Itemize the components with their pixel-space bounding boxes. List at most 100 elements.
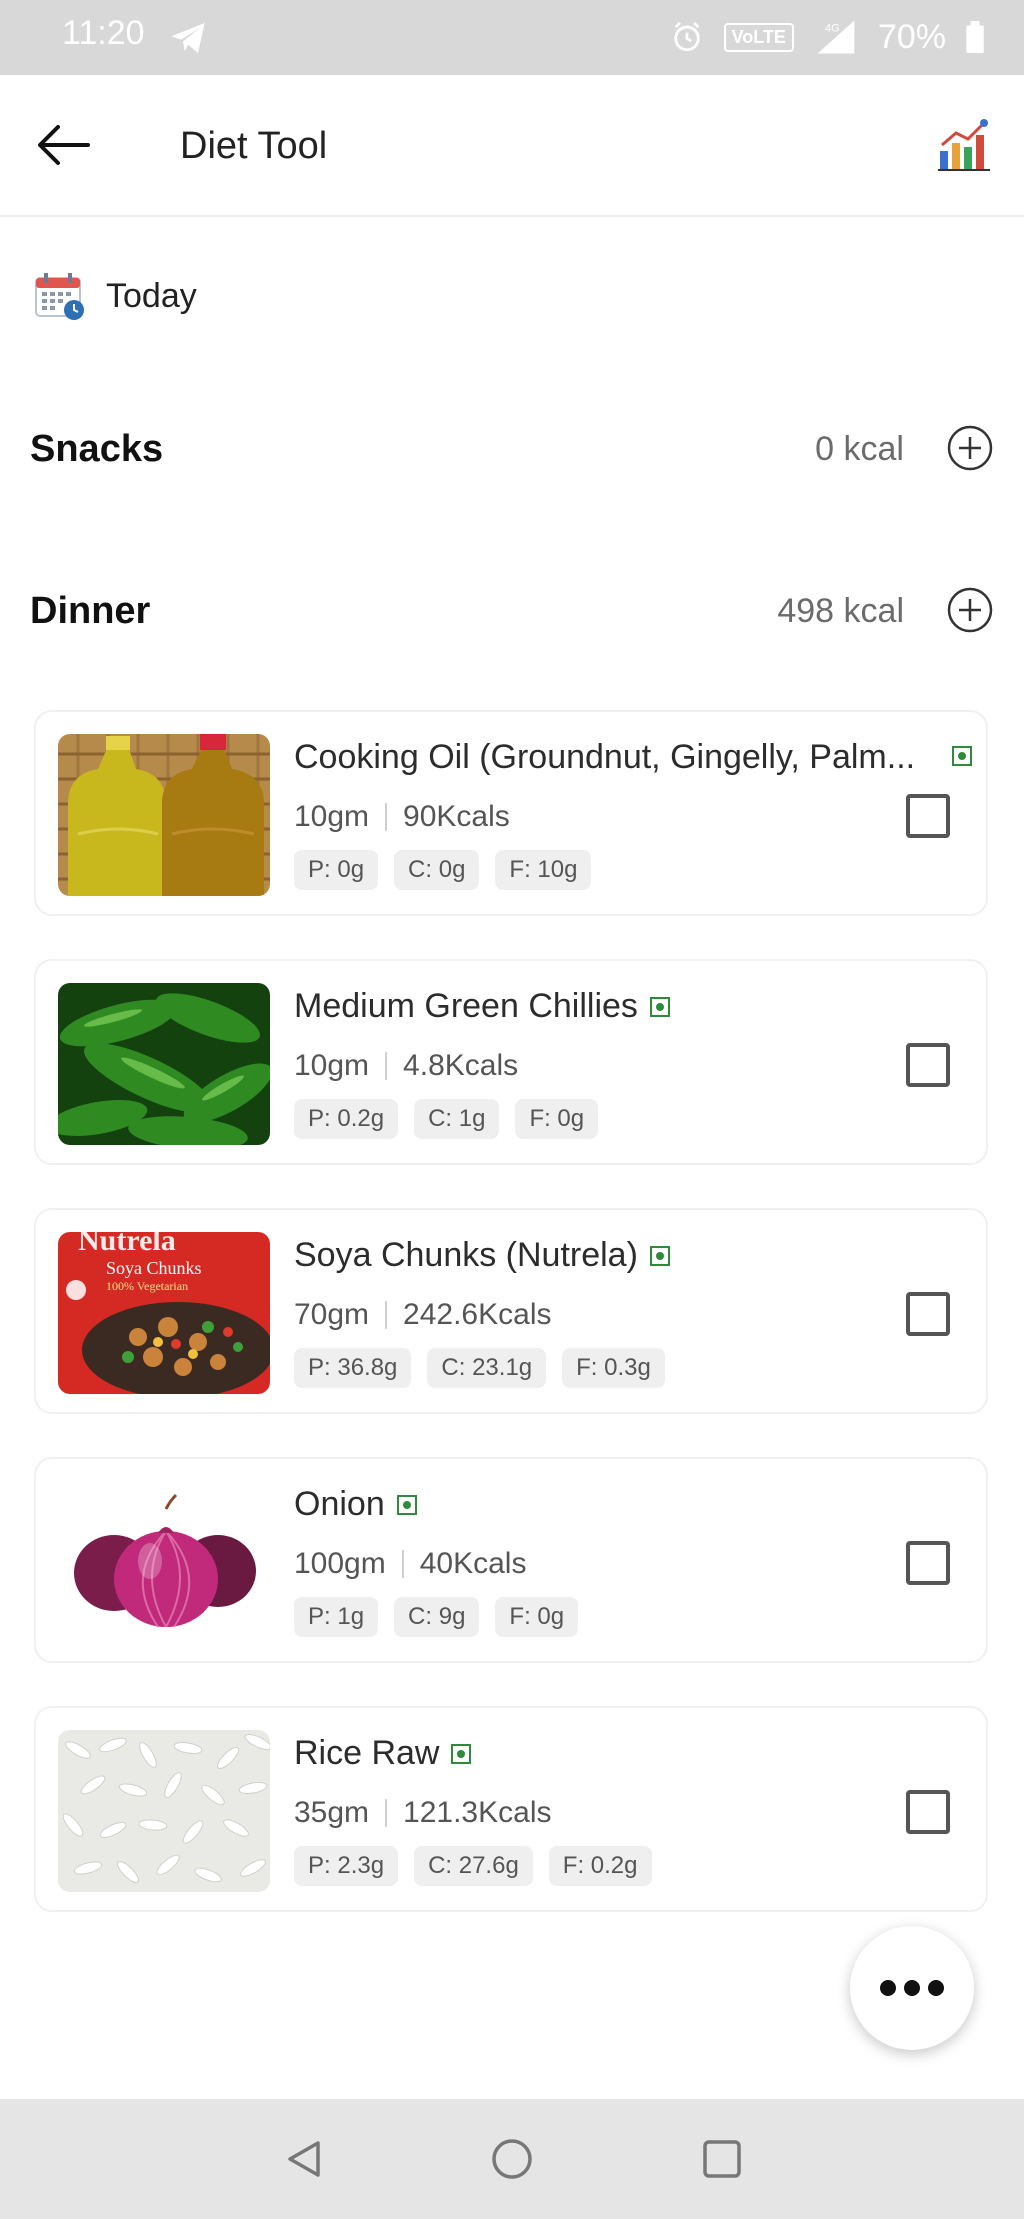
- food-meta: 10gm 90Kcals: [294, 800, 510, 834]
- food-checkbox[interactable]: [906, 794, 950, 838]
- fat-chip: F: 10g: [495, 850, 592, 890]
- cooking-oil-image: [58, 734, 270, 896]
- raw-rice-image: [58, 1730, 270, 1892]
- food-name-row: Onion: [294, 1485, 417, 1524]
- meal-snacks: Snacks 0 kcal: [30, 420, 994, 480]
- veg-indicator-icon: [952, 746, 972, 766]
- onion-image: [58, 1481, 270, 1643]
- food-quantity: 35gm: [294, 1796, 370, 1829]
- protein-chip: P: 0.2g: [294, 1099, 399, 1139]
- macro-row: P: 0g C: 0g F: 10g: [294, 850, 592, 890]
- pack-tagline: 100% Vegetarian: [106, 1279, 188, 1293]
- veg-indicator-icon: [451, 1743, 472, 1764]
- food-meta: 70gm 242.6Kcals: [294, 1298, 551, 1332]
- fat-chip: F: 0.2g: [548, 1846, 652, 1886]
- food-meta: 35gm 121.3Kcals: [294, 1796, 551, 1830]
- circle-home-icon: [492, 2139, 532, 2179]
- macro-row: P: 36.8g C: 23.1g F: 0.3g: [294, 1348, 665, 1388]
- arrow-left-icon: [38, 125, 90, 165]
- status-indicators: VoLTE 4G 70%: [670, 14, 984, 60]
- status-time: 11:20: [62, 14, 145, 52]
- date-selector[interactable]: Today: [34, 268, 197, 324]
- separator: [385, 803, 388, 831]
- veg-indicator-icon: [649, 996, 670, 1017]
- food-kcal: 40Kcals: [419, 1547, 527, 1580]
- protein-chip: P: 1g: [294, 1597, 379, 1637]
- food-kcal: 121.3Kcals: [403, 1796, 552, 1829]
- telegram-icon: [171, 23, 205, 53]
- food-meta: 10gm 4.8Kcals: [294, 1049, 518, 1083]
- food-kcal: 90Kcals: [403, 800, 510, 833]
- food-name: Rice Raw: [294, 1734, 440, 1772]
- food-card[interactable]: Cooking Oil (Groundnut, Gingelly, Palm..…: [34, 710, 988, 916]
- plus-circle-icon: [947, 587, 993, 633]
- system-nav-bar: [0, 2099, 1024, 2219]
- more-options-button[interactable]: [850, 1926, 974, 2050]
- plus-circle-icon: [947, 425, 993, 471]
- volte-badge: VoLTE: [723, 22, 794, 52]
- food-name: Cooking Oil (Groundnut, Gingelly, Palm..…: [294, 738, 916, 776]
- soya-chunks-image: Nutrela Soya Chunks 100% Vegetarian: [58, 1232, 270, 1394]
- square-recents-icon: [703, 2140, 741, 2178]
- fat-chip: F: 0.3g: [562, 1348, 665, 1388]
- food-name-row: Medium Green Chillies: [294, 987, 670, 1026]
- more-dot: [904, 1980, 920, 1996]
- food-name: Soya Chunks (Nutrela): [294, 1236, 638, 1274]
- date-label: Today: [106, 276, 197, 315]
- macro-row: P: 0.2g C: 1g F: 0g: [294, 1099, 599, 1139]
- separator: [385, 1052, 388, 1080]
- food-meta: 100gm 40Kcals: [294, 1547, 526, 1581]
- food-card[interactable]: Rice Raw 35gm 121.3Kcals P: 2.3g C: 27.6…: [34, 1706, 988, 1912]
- pack-brand: Nutrela: [78, 1232, 176, 1257]
- food-card[interactable]: Medium Green Chillies 10gm 4.8Kcals P: 0…: [34, 959, 988, 1165]
- food-checkbox[interactable]: [906, 1541, 950, 1585]
- add-dinner-button[interactable]: [946, 586, 994, 634]
- macro-row: P: 1g C: 9g F: 0g: [294, 1597, 579, 1637]
- food-kcal: 4.8Kcals: [403, 1049, 519, 1082]
- carbs-chip: C: 27.6g: [414, 1846, 533, 1886]
- food-quantity: 100gm: [294, 1547, 386, 1580]
- fat-chip: F: 0g: [515, 1099, 599, 1139]
- meal-kcal: 498 kcal: [777, 592, 904, 630]
- green-chillies-image: [58, 983, 270, 1145]
- fat-chip: F: 0g: [495, 1597, 579, 1637]
- pack-product: Soya Chunks: [106, 1258, 202, 1278]
- food-kcal: 242.6Kcals: [403, 1298, 552, 1331]
- more-dots-icon: [880, 1980, 896, 1996]
- more-dot: [928, 1980, 944, 1996]
- back-button[interactable]: [30, 117, 94, 173]
- food-card[interactable]: Nutrela Soya Chunks 100% Vegetarian Soya…: [34, 1208, 988, 1414]
- nav-home-button[interactable]: [482, 2129, 542, 2189]
- calendar-icon: [35, 273, 84, 320]
- meal-title: Dinner: [30, 590, 151, 632]
- food-quantity: 10gm: [294, 800, 370, 833]
- battery-percent: 70%: [877, 17, 946, 56]
- food-card[interactable]: Onion 100gm 40Kcals P: 1g C: 9g F: 0g: [34, 1457, 988, 1663]
- nav-recents-button[interactable]: [692, 2129, 752, 2189]
- food-checkbox[interactable]: [906, 1292, 950, 1336]
- signal-icon: 4G: [817, 20, 855, 54]
- meal-kcal: 0 kcal: [815, 430, 904, 468]
- stats-chart-button[interactable]: [936, 115, 994, 173]
- add-snacks-button[interactable]: [946, 424, 994, 472]
- macro-row: P: 2.3g C: 27.6g F: 0.2g: [294, 1846, 652, 1886]
- bar-chart-icon: [938, 119, 990, 171]
- veg-indicator-icon: [649, 1245, 670, 1266]
- carbs-chip: C: 0g: [394, 850, 480, 890]
- page-title: Diet Tool: [180, 125, 328, 167]
- alarm-icon: [673, 21, 700, 52]
- food-name-row: Soya Chunks (Nutrela): [294, 1236, 670, 1275]
- meal-dinner: Dinner 498 kcal: [30, 582, 994, 642]
- food-quantity: 10gm: [294, 1049, 370, 1082]
- separator: [385, 1301, 388, 1329]
- food-checkbox[interactable]: [906, 1043, 950, 1087]
- nav-back-button[interactable]: [274, 2129, 334, 2189]
- network-label: 4G: [825, 23, 840, 35]
- carbs-chip: C: 9g: [394, 1597, 480, 1637]
- food-name: Medium Green Chillies: [294, 987, 638, 1025]
- protein-chip: P: 0g: [294, 850, 379, 890]
- separator: [385, 1799, 388, 1827]
- protein-chip: P: 2.3g: [294, 1846, 399, 1886]
- food-checkbox[interactable]: [906, 1790, 950, 1834]
- food-name-row: Rice Raw: [294, 1734, 472, 1773]
